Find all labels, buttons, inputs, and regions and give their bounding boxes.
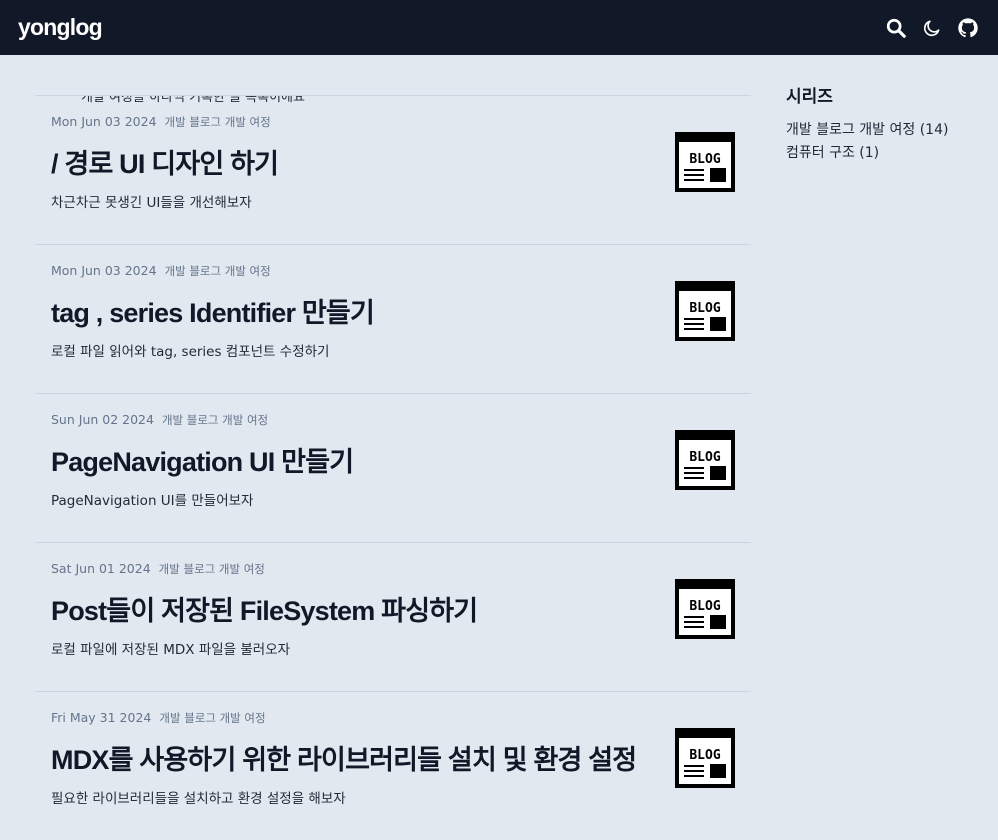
post-description: 필요한 라이브러리들을 설치하고 환경 설정을 해보자 <box>51 791 346 807</box>
search-icon[interactable] <box>884 16 908 40</box>
post-date: Sun Jun 02 2024 <box>51 412 154 427</box>
post-meta: Fri May 31 2024 개발 블로그 개발 여정 <box>51 710 266 726</box>
post-title[interactable]: PageNavigation UI 만들기 <box>51 440 354 479</box>
svg-text:BLOG: BLOG <box>689 152 720 167</box>
post-title[interactable]: / 경로 UI 디자인 하기 <box>51 142 279 181</box>
svg-text:BLOG: BLOG <box>689 301 720 316</box>
post-item[interactable]: Mon Jun 03 2024 개발 블로그 개발 여정 tag , series… <box>35 244 751 393</box>
post-item[interactable]: Sun Jun 02 2024 개발 블로그 개발 여정 PageNavigati… <box>35 393 751 542</box>
post-item[interactable]: Mon Jun 03 2024 개발 블로그 개발 여정 / 경로 UI 디자인 … <box>35 95 751 244</box>
post-title[interactable]: Post들이 저장된 FileSystem 파싱하기 <box>51 589 478 628</box>
post-date: Mon Jun 03 2024 <box>51 263 157 278</box>
blog-thumbnail-icon[interactable]: BLOG <box>675 579 735 639</box>
post-title[interactable]: MDX를 사용하기 위한 라이브러리들 설치 및 환경 설정 <box>51 738 637 777</box>
post-title[interactable]: tag , series Identifier 만들기 <box>51 291 375 330</box>
post-series[interactable]: 개발 블로그 개발 여정 <box>165 264 271 278</box>
post-meta: Sat Jun 01 2024 개발 블로그 개발 여정 <box>51 561 265 577</box>
blog-thumbnail-icon[interactable]: BLOG <box>675 132 735 192</box>
post-description: 차근차근 못생긴 UI들을 개선해보자 <box>51 195 252 211</box>
top-header: yonglog <box>0 0 998 55</box>
post-date: Sat Jun 01 2024 <box>51 561 151 576</box>
post-item[interactable]: Sat Jun 01 2024 개발 블로그 개발 여정 Post들이 저장된 F… <box>35 542 751 691</box>
post-description: 로컬 파일에 저장된 MDX 파일을 불러오자 <box>51 642 291 658</box>
post-date: Fri May 31 2024 <box>51 710 152 725</box>
blog-thumbnail-icon[interactable]: BLOG <box>675 430 735 490</box>
series-sidebar: 시리즈 개발 블로그 개발 여정 (14) 컴퓨터 구조 (1) <box>786 82 986 165</box>
post-series[interactable]: 개발 블로그 개발 여정 <box>165 115 271 129</box>
post-description: PageNavigation UI를 만들어보자 <box>51 493 254 509</box>
post-date: Mon Jun 03 2024 <box>51 114 157 129</box>
post-series[interactable]: 개발 블로그 개발 여정 <box>162 413 268 427</box>
svg-text:BLOG: BLOG <box>689 450 720 465</box>
post-meta: Mon Jun 03 2024 개발 블로그 개발 여정 <box>51 114 271 130</box>
header-actions <box>884 16 980 40</box>
post-description: 로컬 파일 읽어와 tag, series 컴포넌트 수정하기 <box>51 344 330 360</box>
moon-icon[interactable] <box>920 16 944 40</box>
sidebar-item-dev-blog[interactable]: 개발 블로그 개발 여정 (14) <box>786 119 986 142</box>
github-icon[interactable] <box>956 16 980 40</box>
post-series[interactable]: 개발 블로그 개발 여정 <box>159 711 265 725</box>
post-item[interactable]: Fri May 31 2024 개발 블로그 개발 여정 MDX를 사용하기 위한… <box>35 691 751 840</box>
blog-thumbnail-icon[interactable]: BLOG <box>675 281 735 341</box>
svg-text:BLOG: BLOG <box>689 748 720 763</box>
post-meta: Mon Jun 03 2024 개발 블로그 개발 여정 <box>51 263 271 279</box>
blog-thumbnail-icon[interactable]: BLOG <box>675 728 735 788</box>
sidebar-item-computer-architecture[interactable]: 컴퓨터 구조 (1) <box>786 142 986 165</box>
post-series[interactable]: 개발 블로그 개발 여정 <box>159 562 265 576</box>
sidebar-title: 시리즈 <box>786 87 833 107</box>
site-logo[interactable]: yonglog <box>18 14 103 41</box>
post-meta: Sun Jun 02 2024 개발 블로그 개발 여정 <box>51 412 268 428</box>
svg-text:BLOG: BLOG <box>689 599 720 614</box>
